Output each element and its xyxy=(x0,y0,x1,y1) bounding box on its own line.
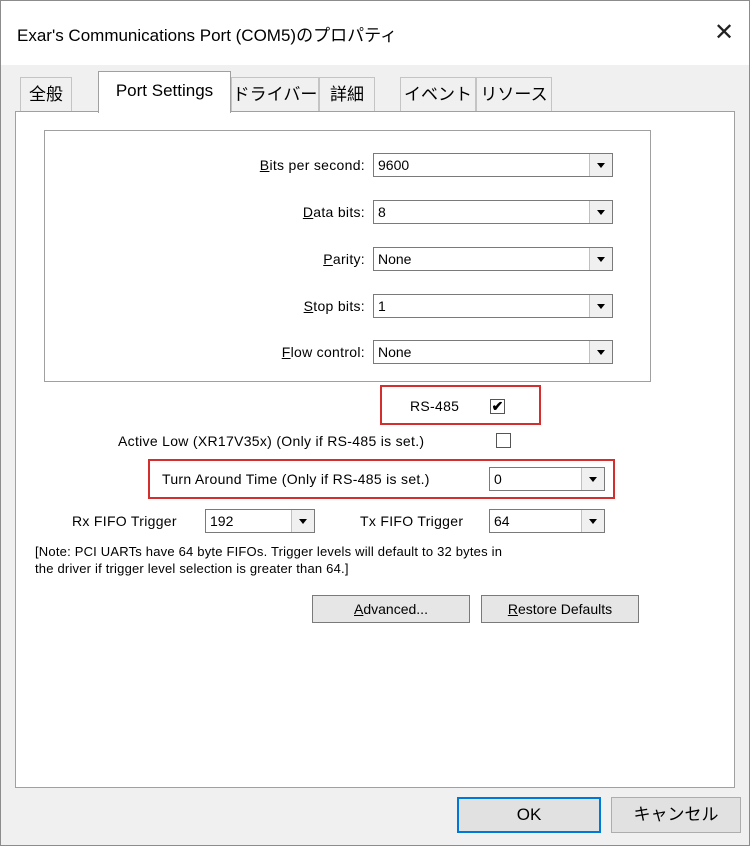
bits-per-second-select[interactable]: 9600 xyxy=(373,153,613,177)
rs485-highlight xyxy=(380,385,541,425)
bits-per-second-label: Bits per second: xyxy=(259,157,365,173)
turn-around-select[interactable]: 0 xyxy=(489,467,605,491)
bits-per-second-value: 9600 xyxy=(378,157,410,173)
parity-select[interactable]: None xyxy=(373,247,613,271)
active-low-checkbox[interactable] xyxy=(496,433,511,448)
window-title: Exar's Communications Port (COM5)のプロパティ xyxy=(17,26,398,45)
chevron-down-icon[interactable] xyxy=(581,468,604,490)
stop-bits-label: Stop bits: xyxy=(303,298,365,314)
data-bits-value: 8 xyxy=(378,204,386,220)
rx-fifo-select[interactable]: 192 xyxy=(205,509,315,533)
tab-driver[interactable]: ドライバー xyxy=(231,77,319,111)
turn-around-label: Turn Around Time (Only if RS-485 is set.… xyxy=(162,471,430,487)
rx-fifo-label: Rx FIFO Trigger xyxy=(72,513,177,529)
tab-resources[interactable]: リソース xyxy=(476,77,552,111)
flow-control-value: None xyxy=(378,344,412,360)
flow-control-label: Flow control: xyxy=(281,344,365,360)
chevron-down-icon[interactable] xyxy=(589,154,612,176)
note-line-2: the driver if trigger level selection is… xyxy=(35,561,349,576)
active-low-label: Active Low (XR17V35x) (Only if RS-485 is… xyxy=(118,433,425,449)
chevron-down-icon[interactable] xyxy=(291,510,314,532)
parity-label: Parity: xyxy=(323,251,365,267)
tx-fifo-select[interactable]: 64 xyxy=(489,509,605,533)
cancel-button[interactable]: キャンセル xyxy=(611,797,741,833)
turn-around-value: 0 xyxy=(494,471,502,487)
stop-bits-select[interactable]: 1 xyxy=(373,294,613,318)
data-bits-label: Data bits: xyxy=(302,204,365,220)
close-icon[interactable]: ✕ xyxy=(699,1,749,65)
flow-control-select[interactable]: None xyxy=(373,340,613,364)
chevron-down-icon[interactable] xyxy=(589,295,612,317)
parity-value: None xyxy=(378,251,412,267)
chevron-down-icon[interactable] xyxy=(589,201,612,223)
advanced-button[interactable]: Advanced... xyxy=(312,595,470,623)
tab-events[interactable]: イベント xyxy=(400,77,476,111)
rx-fifo-value: 192 xyxy=(210,513,234,529)
fifo-note: [Note: PCI UARTs have 64 byte FIFOs. Tri… xyxy=(35,543,675,577)
rs485-checkbox[interactable]: ✔ xyxy=(490,399,505,414)
tx-fifo-label: Tx FIFO Trigger xyxy=(360,513,464,529)
chevron-down-icon[interactable] xyxy=(589,341,612,363)
chevron-down-icon[interactable] xyxy=(581,510,604,532)
tab-port-settings[interactable]: Port Settings xyxy=(98,71,231,113)
ok-button[interactable]: OK xyxy=(457,797,601,833)
restore-defaults-button[interactable]: Restore Defaults xyxy=(481,595,639,623)
stop-bits-value: 1 xyxy=(378,298,386,314)
tab-details[interactable]: 詳細 xyxy=(319,77,375,111)
tx-fifo-value: 64 xyxy=(494,513,510,529)
tab-general[interactable]: 全般 xyxy=(20,77,72,111)
note-line-1: [Note: PCI UARTs have 64 byte FIFOs. Tri… xyxy=(35,544,503,559)
data-bits-select[interactable]: 8 xyxy=(373,200,613,224)
title-bar: Exar's Communications Port (COM5)のプロパティ … xyxy=(1,1,749,65)
rs485-label: RS-485 xyxy=(410,398,460,414)
chevron-down-icon[interactable] xyxy=(589,248,612,270)
